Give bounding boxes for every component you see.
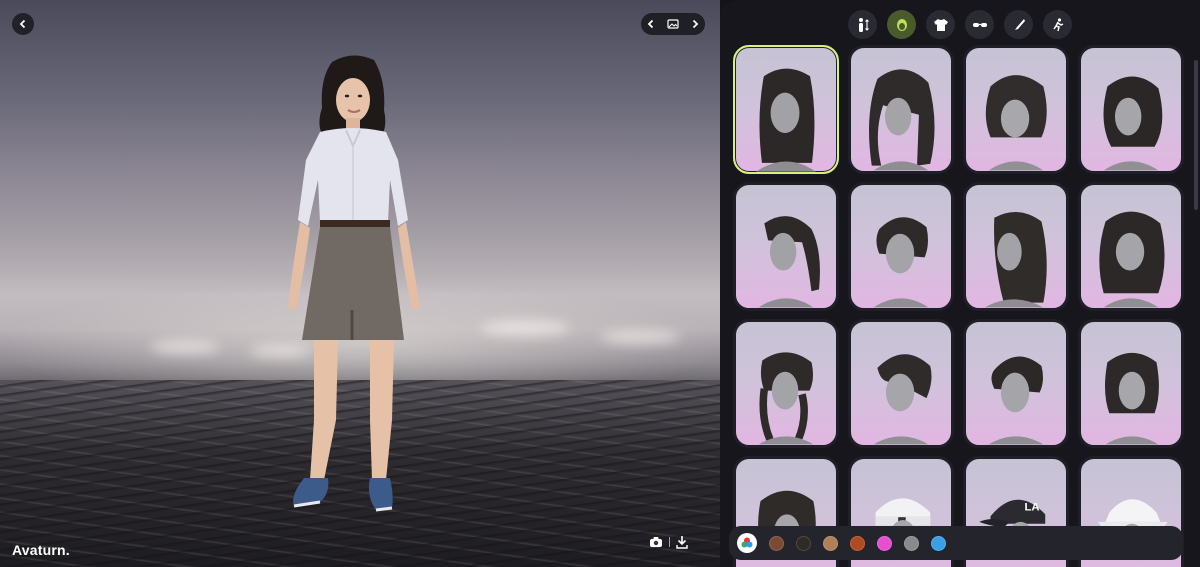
panel-scrollbar[interactable] [1194,60,1198,210]
tool-separator [669,537,670,547]
avatar-figure [288,55,420,512]
chevron-left-icon [19,19,26,29]
svg-text:LA: LA [1024,502,1039,514]
hair-card-braids[interactable] [733,319,839,448]
color-swatch-brown[interactable] [769,535,784,551]
hair-thumbnail [869,69,935,171]
hair-card-short-crop[interactable] [963,319,1069,448]
color-swatch-gray[interactable] [904,535,919,551]
running-icon [1052,17,1063,31]
tshirt-icon [933,18,948,31]
hair-card-short-pixie[interactable] [848,182,954,311]
hair-style-grid: LA [733,45,1187,567]
hair-card-shoulder-wavy[interactable] [1078,182,1184,311]
back-button[interactable] [12,13,34,35]
color-swatch-light-brown[interactable] [823,535,838,551]
hair-icon [896,18,907,31]
hair-thumbnail [1099,211,1165,308]
color-swatch-copper[interactable] [850,535,865,551]
hair-card-bob-curly[interactable] [1078,45,1184,174]
camera-icon[interactable] [649,536,663,548]
hair-thumbnail [1104,352,1159,445]
hair-thumbnail [758,216,820,308]
floor-light [600,330,680,344]
hair-thumbnail [756,68,816,172]
tab-eyewear[interactable] [965,10,994,39]
hair-thumbnail [985,75,1047,171]
floor-light [150,340,220,354]
hair-card-long-side-swept[interactable] [848,45,954,174]
customization-panel: LA [720,0,1200,567]
brand-logo: Avaturn. [12,542,70,558]
tab-makeup[interactable] [1004,10,1033,39]
floor-light [480,320,570,336]
brush-icon [1014,18,1025,30]
hair-card-long-straight[interactable] [963,182,1069,311]
hair-thumbnail [988,356,1044,445]
body-icon [858,17,869,32]
hair-thumbnail [984,211,1047,308]
color-swatch-blue[interactable] [931,535,946,551]
viewport-tools [649,535,688,549]
hair-color-bar [729,526,1183,560]
hair-thumbnail [873,354,932,445]
hair-thumbnail [758,352,814,445]
hair-card-long-wavy[interactable] [733,45,839,174]
tab-hair[interactable] [887,10,916,39]
tab-animation[interactable] [1043,10,1072,39]
avatar-viewport[interactable]: Avaturn. [0,0,720,567]
tab-body[interactable] [848,10,877,39]
image-icon [667,19,679,29]
color-swatch-pink[interactable] [877,535,892,551]
hair-thumbnail [873,217,929,308]
download-icon[interactable] [676,535,688,549]
palette-icon [741,537,753,548]
app: Avaturn. LA [0,0,1200,567]
hair-thumbnail [1103,76,1163,171]
hair-card-ponytail[interactable] [733,182,839,311]
chevron-left-icon[interactable] [647,19,655,29]
glasses-icon [972,22,987,27]
tab-outfit[interactable] [926,10,955,39]
hair-card-straight-bob[interactable] [1078,319,1184,448]
hair-card-medium-layered[interactable] [963,45,1069,174]
background-switcher[interactable] [641,13,705,35]
color-swatch-black[interactable] [796,535,811,551]
color-picker-button[interactable] [737,533,757,553]
chevron-right-icon[interactable] [691,19,699,29]
hair-card-side-swept-short[interactable] [848,319,954,448]
category-tabs [720,10,1200,40]
